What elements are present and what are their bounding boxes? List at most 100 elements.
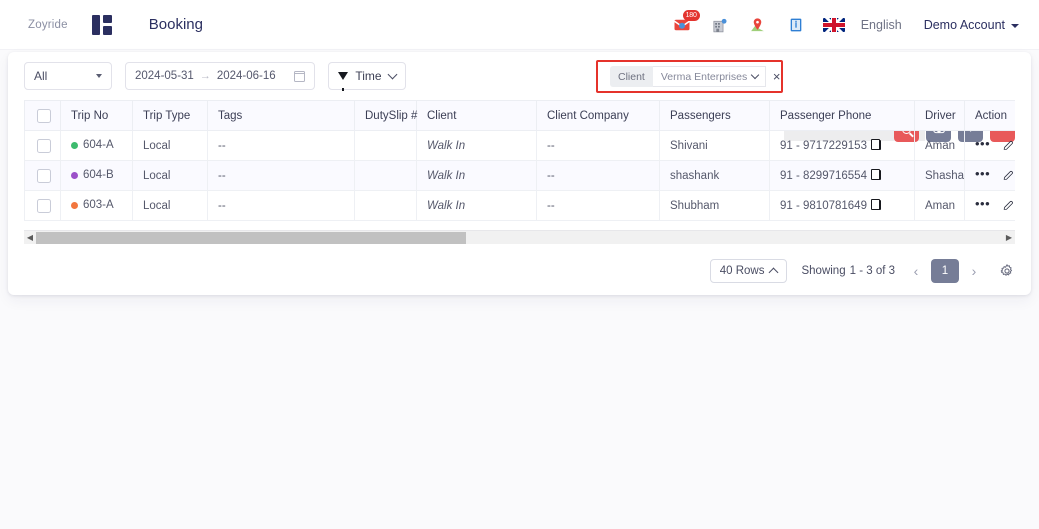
client-filter-clear-icon[interactable]: × [773,70,781,83]
select-all-checkbox[interactable] [37,108,51,123]
column-header-action: Action [964,100,1015,131]
info-book-icon[interactable] [785,14,807,36]
cell-passengers: shashank [659,160,770,191]
cell-trip-type: Local [132,130,208,161]
row-checkbox[interactable] [37,198,51,213]
cell-dutyslip [354,130,417,161]
app-grid-icon[interactable] [91,14,112,35]
row-select-cell [24,190,61,221]
pagination: ‹ 1 › [909,259,981,283]
row-checkbox[interactable] [37,138,51,153]
chevron-down-icon [750,70,760,79]
mail-icon[interactable]: 180 [671,10,700,36]
hotel-icon[interactable] [709,14,731,36]
edit-pencil-icon[interactable] [1002,139,1015,152]
showing-value: 1 - 3 of 3 [849,265,895,277]
row-more-icon[interactable]: ••• [975,137,990,150]
time-filter-button[interactable]: Time [328,62,406,91]
date-range-arrow-icon: → [199,70,211,82]
select-all-header [24,100,61,131]
table-row[interactable]: 604-A Local -- Walk In -- Shivani 91 - 9… [24,130,1015,161]
column-header-trip-type[interactable]: Trip Type [132,100,208,131]
table-row[interactable]: 603-A Local -- Walk In -- Shubham 91 - 9… [24,190,1015,221]
table-row[interactable]: 604-B Local -- Walk In -- shashank 91 - … [24,160,1015,191]
status-dot [71,141,78,149]
map-pin-icon[interactable] [747,14,769,36]
client-filter-label: Client [610,66,653,87]
table-header-row: Trip No Trip Type Tags DutySlip # Client… [24,100,1015,131]
cell-client-company: -- [536,160,660,191]
page-number-1[interactable]: 1 [931,259,959,283]
rows-per-page-label: 40 Rows [719,265,765,277]
edit-pencil-icon[interactable] [1002,169,1015,182]
cell-client: Walk In [416,190,537,221]
rows-per-page-dropdown[interactable]: 40 Rows [709,259,788,283]
copy-icon[interactable] [870,198,881,210]
scope-filter-value: All [34,69,48,83]
cell-trip-type: Local [132,160,208,191]
client-filter-value: Verma Enterprises [660,70,748,83]
cell-action: ••• [964,130,1015,161]
scrollbar-thumb[interactable] [36,231,466,244]
column-header-client[interactable]: Client [416,100,537,131]
status-dot [71,201,78,209]
cell-trip-no: 604-A [60,130,133,161]
column-header-driver[interactable]: Driver [914,100,965,131]
cell-trip-type: Local [132,190,208,221]
column-header-passengers[interactable]: Passengers [659,100,770,131]
copy-icon[interactable] [870,138,881,150]
cell-passengers: Shubham [659,190,770,221]
chevron-down-icon [96,74,102,78]
scope-filter-dropdown[interactable]: All [24,62,112,90]
calendar-icon [293,70,306,82]
scroll-right-icon[interactable]: ▶ [1003,233,1015,242]
cell-action: ••• [964,190,1015,221]
row-checkbox[interactable] [37,168,51,183]
table-body: 604-A Local -- Walk In -- Shivani 91 - 9… [24,130,1015,221]
row-more-icon[interactable]: ••• [975,197,990,210]
column-header-tags[interactable]: Tags [207,100,355,131]
uk-flag-icon[interactable] [822,18,845,32]
prev-page-button[interactable]: ‹ [909,262,923,280]
date-from: 2024-05-31 [135,70,194,82]
account-menu[interactable]: Demo Account [924,18,1019,32]
top-bar: Zoyride Booking 180 English Demo Account [0,0,1039,50]
cell-passenger-phone: 91 - 9810781649 [769,190,915,221]
cell-tags: -- [207,190,355,221]
top-bar-right-cluster: 180 English Demo Account [671,0,1019,50]
language-label[interactable]: English [861,18,902,32]
brand-name: Zoyride [28,18,68,31]
column-header-dutyslip[interactable]: DutySlip # [354,100,417,131]
column-header-trip-no[interactable]: Trip No [60,100,133,131]
edit-pencil-icon[interactable] [1002,199,1015,212]
scroll-left-icon[interactable]: ◀ [24,233,36,242]
cell-trip-no: 604-B [60,160,133,191]
table-footer: 40 Rows Showing 1 - 3 of 3 ‹ 1 › [8,248,1031,294]
cell-driver: Aman [914,190,965,221]
date-to: 2024-06-16 [216,70,276,82]
client-filter-chip: Client Verma Enterprises × [610,66,780,87]
next-page-button[interactable]: › [967,262,981,280]
row-more-icon[interactable]: ••• [975,167,990,180]
client-filter-select[interactable]: Verma Enterprises [652,66,766,87]
filter-funnel-icon [338,72,348,91]
column-header-client-company[interactable]: Client Company [536,100,660,131]
gear-icon[interactable] [999,263,1015,279]
filters-toolbar: All 2024-05-31 → 2024-06-16 Time Client … [8,52,1031,142]
bookings-table: Trip No Trip Type Tags DutySlip # Client… [24,100,1015,221]
client-filter-highlight: Client Verma Enterprises × [596,60,783,93]
showing-label: Showing [801,265,846,277]
mail-unread-badge: 180 [682,10,700,21]
scrollbar-track[interactable] [36,231,1003,245]
cell-action: ••• [964,160,1015,191]
cell-dutyslip [354,190,417,221]
copy-icon[interactable] [870,168,881,180]
column-header-passenger-phone[interactable]: Passenger Phone [769,100,915,131]
chevron-down-icon [387,69,398,79]
cell-client-company: -- [536,130,660,161]
bookings-table-scroll[interactable]: Trip No Trip Type Tags DutySlip # Client… [24,100,1015,230]
table-horizontal-scrollbar[interactable]: ◀ ▶ [24,230,1015,244]
cell-passenger-phone: 91 - 9717229153 [769,130,915,161]
date-range-picker[interactable]: 2024-05-31 → 2024-06-16 [125,62,315,90]
chevron-down-icon [1011,24,1019,28]
